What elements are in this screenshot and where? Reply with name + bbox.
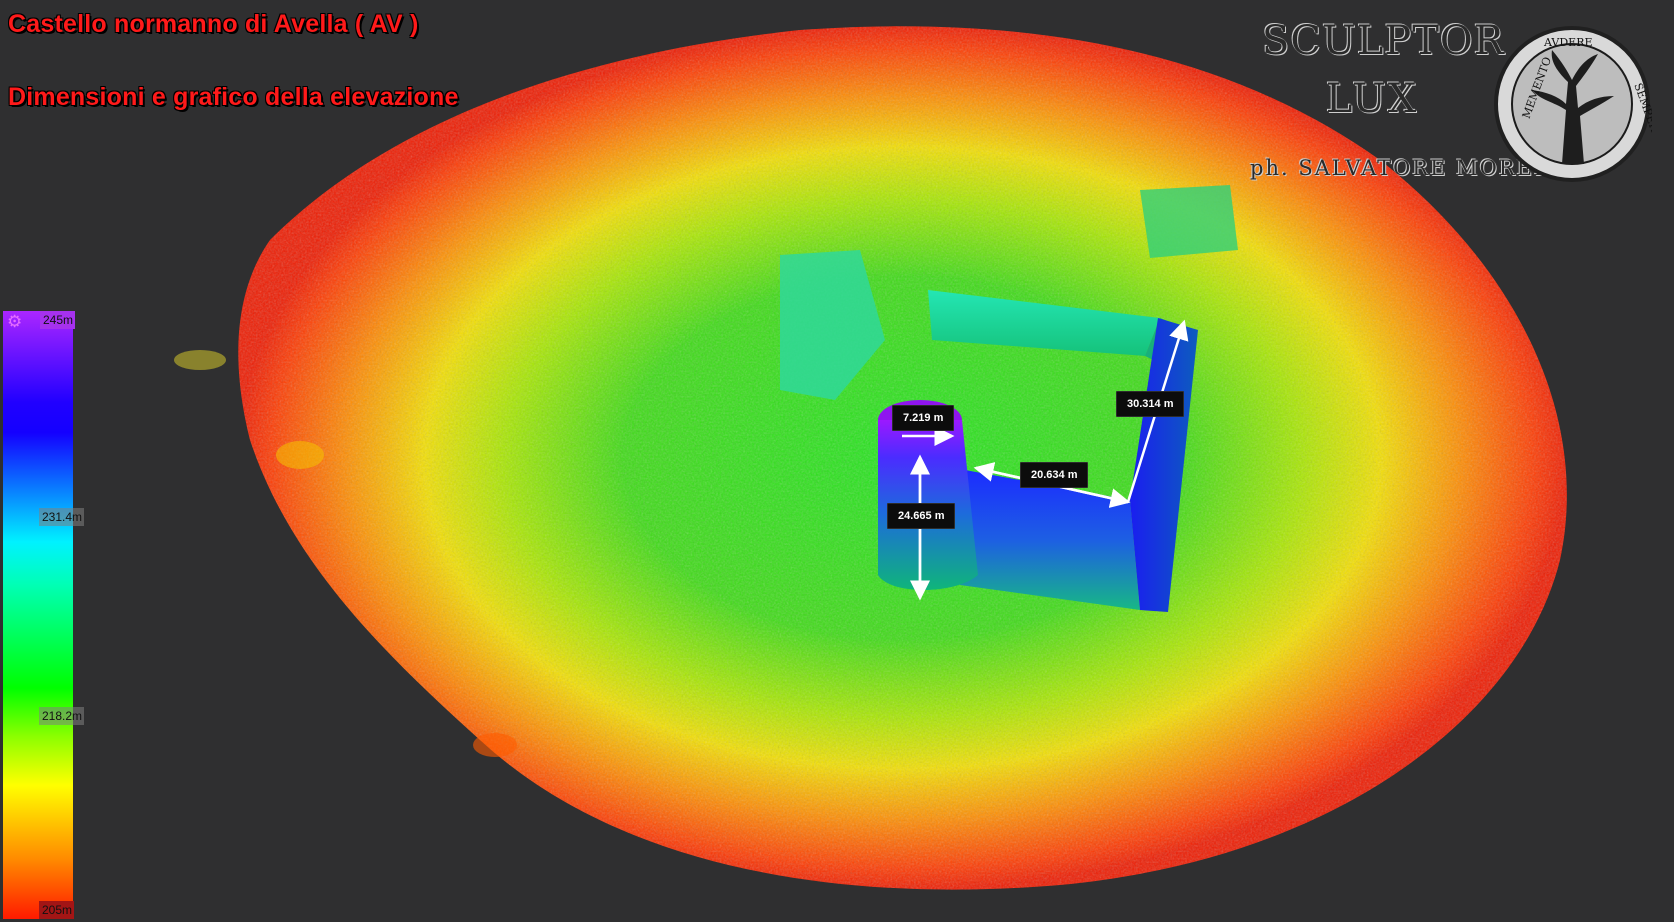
measurement-label-wall-length: 20.634 m [1020,462,1089,488]
photo-credit: ph. SALVATORE MORELLI [1250,156,1577,180]
seal-text-mid: AVDERE [1543,36,1593,49]
colorbar-tick-upper: 231.4m [39,508,85,526]
brand-seal-logo: MEMENTO AVDERE SEMPER [1494,26,1652,182]
title-line-1: Castello normanno di Avella ( AV ) [8,10,419,38]
colorbar-tick-max: 245m [40,311,76,329]
gear-icon[interactable]: ⚙ [7,313,22,330]
colorbar-tick-min: 205m [39,901,75,919]
brand-name: SCULPTOR [1262,18,1505,64]
brand-subname: LUX [1325,76,1419,122]
elevation-colorbar: ⚙ 245m 231.4m 218.2m 205m [3,311,85,919]
point-cloud-viewport[interactable] [0,0,1674,922]
measurement-label-tower-height: 24.665 m [887,503,956,529]
colorbar-tick-lower: 218.2m [39,707,85,725]
measurement-label-tower-diameter: 7.219 m [892,405,955,431]
title-line-2: Dimensioni e grafico della elevazione [8,83,459,111]
measurement-label-wall-side: 30.314 m [1116,391,1185,417]
